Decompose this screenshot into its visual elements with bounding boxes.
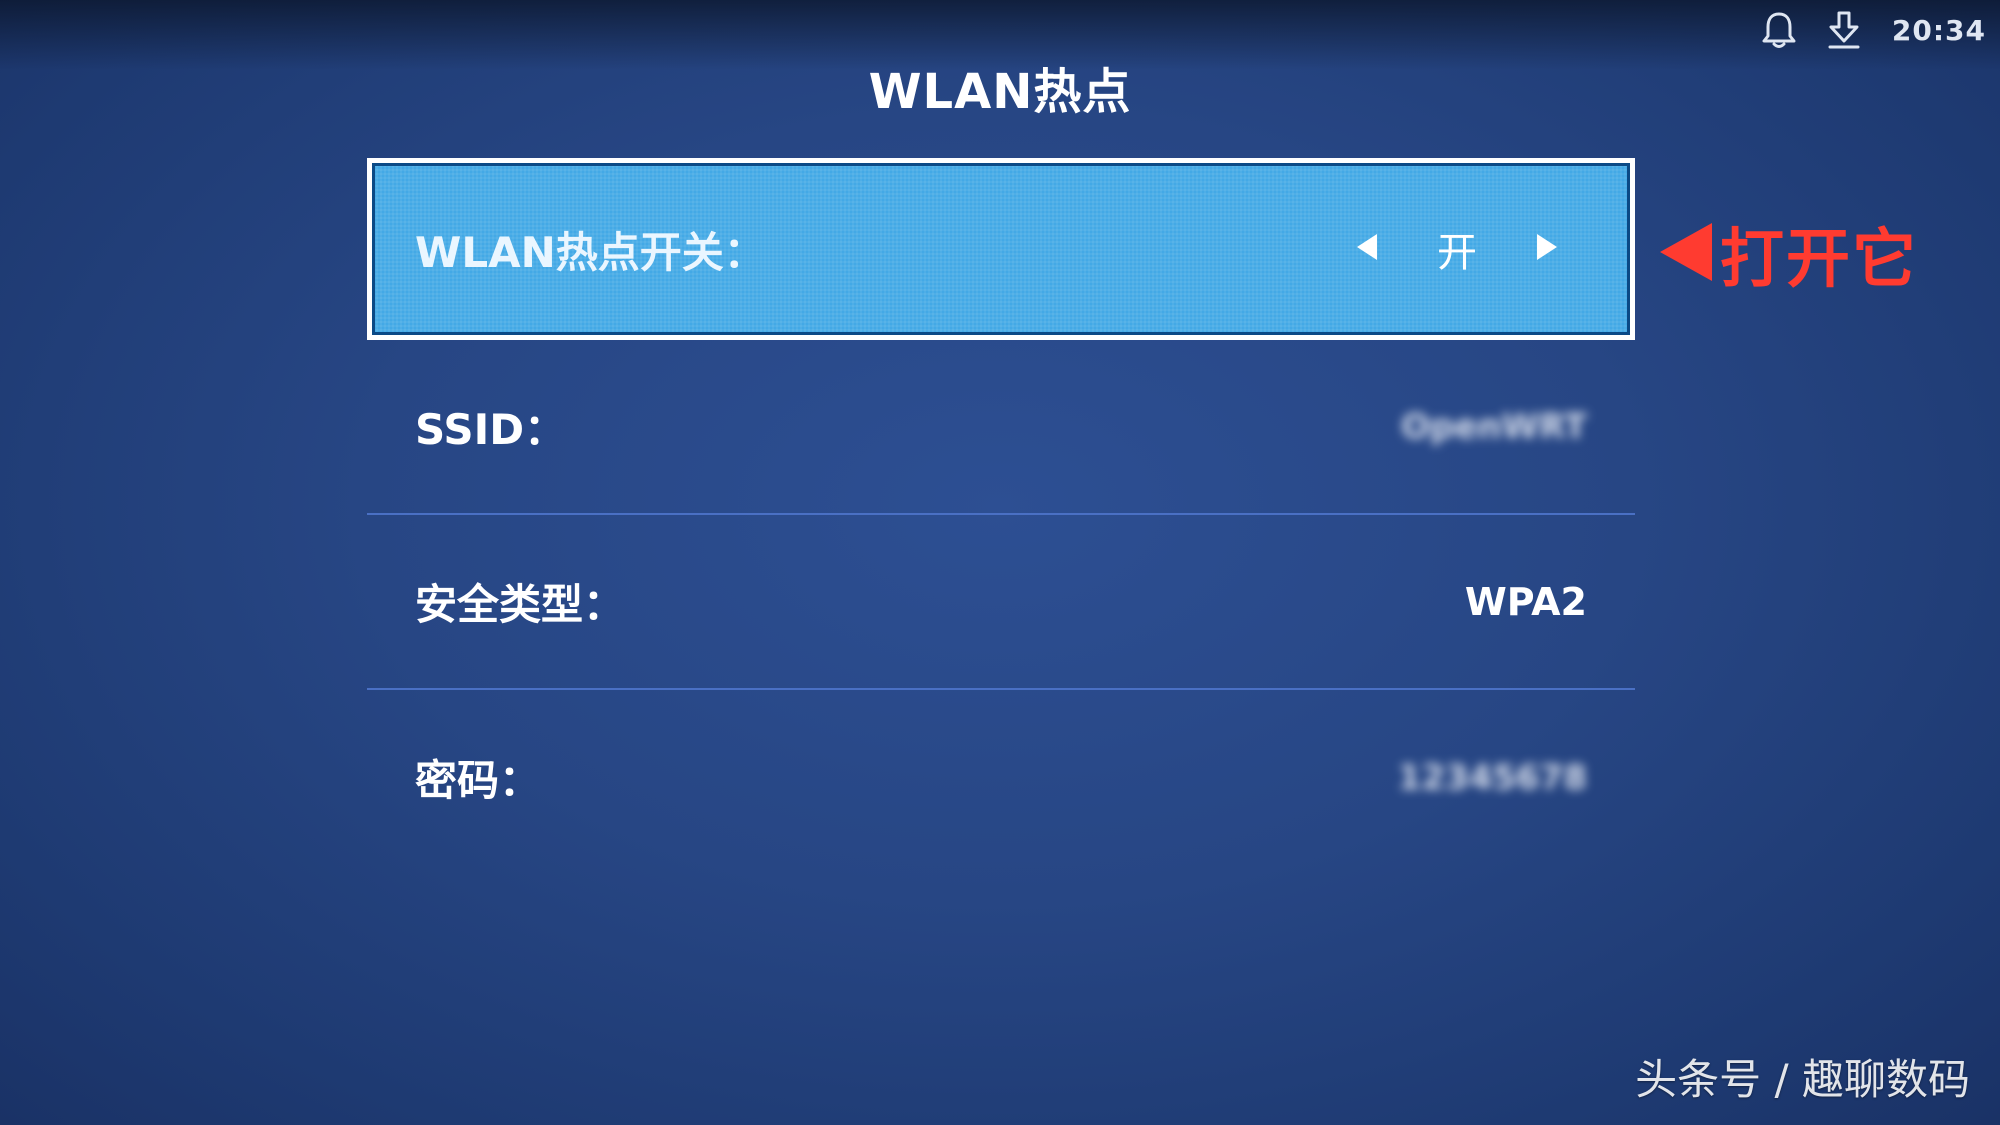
security-type-label: 安全类型： xyxy=(415,580,626,629)
download-icon[interactable] xyxy=(1826,10,1862,50)
page-title: WLAN热点 xyxy=(868,64,1132,120)
red-arrow-left-icon xyxy=(1658,221,1714,287)
password-label: 密码： xyxy=(415,756,542,805)
password-value: 12345678 xyxy=(1397,757,1587,798)
hotspot-switch-selector[interactable]: 开 xyxy=(1355,220,1559,278)
triangle-left-icon[interactable] xyxy=(1355,232,1379,266)
hotspot-switch-value: 开 xyxy=(1437,230,1477,276)
security-type-value: WPA2 xyxy=(1464,579,1587,624)
hotspot-switch-label: WLAN热点开关： xyxy=(415,227,766,277)
bell-icon[interactable] xyxy=(1762,11,1796,49)
ssid-label: SSID： xyxy=(415,405,567,454)
settings-list: WLAN热点开关： 开 SSID： OpenWRT 安全类型： WPA2 密码：… xyxy=(367,158,1635,865)
ssid-value: OpenWRT xyxy=(1401,406,1587,447)
hotspot-switch-row[interactable]: WLAN热点开关： 开 xyxy=(367,158,1635,340)
password-row[interactable]: 密码： 12345678 xyxy=(367,690,1635,865)
ssid-row[interactable]: SSID： OpenWRT xyxy=(367,340,1635,515)
status-bar: 20:34 xyxy=(1762,8,1986,52)
annotation-text: 打开它 xyxy=(1720,223,1918,297)
watermark: 头条号 / 趣聊数码 xyxy=(1635,1055,1970,1104)
annotation-callout: 打开它 xyxy=(1658,208,1918,300)
status-clock: 20:34 xyxy=(1891,13,1986,47)
security-type-row[interactable]: 安全类型： WPA2 xyxy=(367,515,1635,690)
triangle-right-icon[interactable] xyxy=(1535,232,1559,266)
